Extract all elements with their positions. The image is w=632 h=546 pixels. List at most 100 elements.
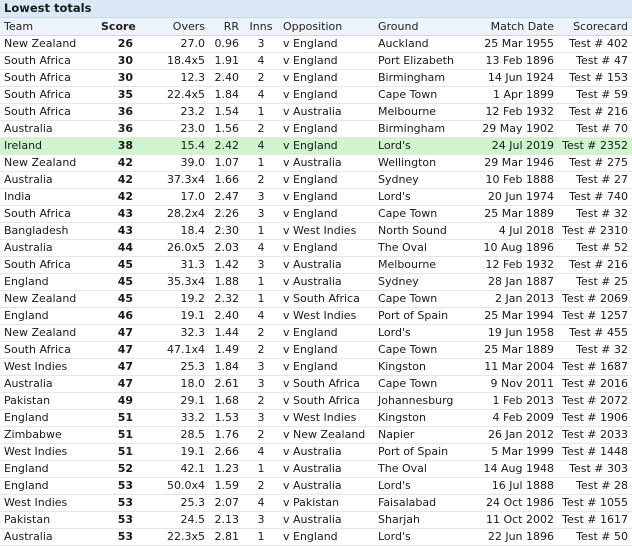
cell-scorecard[interactable]: Test # 32 xyxy=(558,341,632,359)
cell-ground[interactable]: Cape Town xyxy=(374,205,478,223)
header-ground[interactable]: Ground xyxy=(374,18,478,36)
cell-ground[interactable]: Port of Spain xyxy=(374,307,478,325)
cell-ground[interactable]: Napier xyxy=(374,426,478,444)
cell-ground[interactable]: The Oval xyxy=(374,239,478,257)
cell-opposition[interactable]: v South Africa xyxy=(279,290,374,308)
cell-scorecard[interactable]: Test # 153 xyxy=(558,69,632,87)
cell-opposition[interactable]: v Australia xyxy=(279,443,374,461)
cell-team[interactable]: Australia xyxy=(0,120,97,138)
cell-team[interactable]: Zimbabwe xyxy=(0,426,97,444)
cell-ground[interactable]: Sharjah xyxy=(374,511,478,529)
cell-opposition[interactable]: v England xyxy=(279,52,374,70)
cell-scorecard[interactable]: Test # 1617 xyxy=(558,511,632,529)
cell-opposition[interactable]: v West Indies xyxy=(279,307,374,325)
cell-opposition[interactable]: v England xyxy=(279,358,374,376)
cell-ground[interactable]: Port Elizabeth xyxy=(374,52,478,70)
cell-opposition[interactable]: v England xyxy=(279,35,374,53)
cell-ground[interactable]: Johannesburg xyxy=(374,392,478,410)
cell-scorecard[interactable]: Test # 402 xyxy=(558,35,632,53)
cell-scorecard[interactable]: Test # 47 xyxy=(558,52,632,70)
cell-scorecard[interactable]: Test # 1687 xyxy=(558,358,632,376)
cell-ground[interactable]: Lord's xyxy=(374,477,478,495)
cell-ground[interactable]: North Sound xyxy=(374,222,478,240)
cell-opposition[interactable]: v England xyxy=(279,528,374,546)
cell-ground[interactable]: The Oval xyxy=(374,460,478,478)
cell-scorecard[interactable]: Test # 2352 xyxy=(558,137,632,155)
cell-ground[interactable]: Cape Town xyxy=(374,375,478,393)
cell-ground[interactable]: Sydney xyxy=(374,273,478,291)
cell-scorecard[interactable]: Test # 1448 xyxy=(558,443,632,461)
cell-team[interactable]: West Indies xyxy=(0,358,97,376)
cell-team[interactable]: Australia xyxy=(0,171,97,189)
cell-team[interactable]: South Africa xyxy=(0,86,97,104)
cell-ground[interactable]: Faisalabad xyxy=(374,494,478,512)
cell-scorecard[interactable]: Test # 216 xyxy=(558,256,632,274)
cell-opposition[interactable]: v New Zealand xyxy=(279,426,374,444)
cell-ground[interactable]: Lord's xyxy=(374,188,478,206)
cell-team[interactable]: England xyxy=(0,273,97,291)
cell-team[interactable]: Australia xyxy=(0,375,97,393)
cell-opposition[interactable]: v Australia xyxy=(279,273,374,291)
cell-scorecard[interactable]: Test # 2310 xyxy=(558,222,632,240)
cell-opposition[interactable]: v England xyxy=(279,239,374,257)
cell-opposition[interactable]: v West Indies xyxy=(279,222,374,240)
header-rr[interactable]: RR xyxy=(209,18,243,36)
header-inns[interactable]: Inns xyxy=(243,18,279,36)
cell-ground[interactable]: Sydney xyxy=(374,171,478,189)
cell-team[interactable]: Australia xyxy=(0,239,97,257)
cell-scorecard[interactable]: Test # 2072 xyxy=(558,392,632,410)
cell-scorecard[interactable]: Test # 52 xyxy=(558,239,632,257)
cell-opposition[interactable]: v Australia xyxy=(279,477,374,495)
cell-scorecard[interactable]: Test # 27 xyxy=(558,171,632,189)
cell-ground[interactable]: Melbourne xyxy=(374,256,478,274)
cell-scorecard[interactable]: Test # 32 xyxy=(558,205,632,223)
cell-opposition[interactable]: v England xyxy=(279,324,374,342)
cell-opposition[interactable]: v Australia xyxy=(279,154,374,172)
cell-team[interactable]: Bangladesh xyxy=(0,222,97,240)
cell-opposition[interactable]: v England xyxy=(279,205,374,223)
cell-scorecard[interactable]: Test # 28 xyxy=(558,477,632,495)
cell-team[interactable]: West Indies xyxy=(0,494,97,512)
cell-scorecard[interactable]: Test # 303 xyxy=(558,460,632,478)
cell-team[interactable]: Pakistan xyxy=(0,392,97,410)
cell-ground[interactable]: Melbourne xyxy=(374,103,478,121)
cell-scorecard[interactable]: Test # 2033 xyxy=(558,426,632,444)
header-overs[interactable]: Overs xyxy=(137,18,209,36)
cell-ground[interactable]: Kingston xyxy=(374,358,478,376)
cell-team[interactable]: Ireland xyxy=(0,137,97,155)
cell-team[interactable]: New Zealand xyxy=(0,154,97,172)
cell-scorecard[interactable]: Test # 740 xyxy=(558,188,632,206)
header-opposition[interactable]: Opposition xyxy=(279,18,374,36)
cell-opposition[interactable]: v England xyxy=(279,171,374,189)
cell-ground[interactable]: Kingston xyxy=(374,409,478,427)
cell-opposition[interactable]: v England xyxy=(279,341,374,359)
cell-scorecard[interactable]: Test # 59 xyxy=(558,86,632,104)
cell-ground[interactable]: Port of Spain xyxy=(374,443,478,461)
cell-team[interactable]: England xyxy=(0,307,97,325)
header-score[interactable]: Score xyxy=(97,18,137,36)
cell-opposition[interactable]: v Australia xyxy=(279,511,374,529)
header-match-date[interactable]: Match Date xyxy=(478,18,558,36)
cell-team[interactable]: New Zealand xyxy=(0,35,97,53)
cell-opposition[interactable]: v England xyxy=(279,120,374,138)
cell-scorecard[interactable]: Test # 50 xyxy=(558,528,632,546)
cell-opposition[interactable]: v England xyxy=(279,69,374,87)
cell-team[interactable]: South Africa xyxy=(0,52,97,70)
cell-opposition[interactable]: v South Africa xyxy=(279,392,374,410)
cell-opposition[interactable]: v Australia xyxy=(279,256,374,274)
cell-opposition[interactable]: v Australia xyxy=(279,103,374,121)
cell-ground[interactable]: Wellington xyxy=(374,154,478,172)
cell-team[interactable]: Pakistan xyxy=(0,511,97,529)
cell-ground[interactable]: Birmingham xyxy=(374,69,478,87)
cell-ground[interactable]: Cape Town xyxy=(374,290,478,308)
cell-team[interactable]: England xyxy=(0,460,97,478)
cell-opposition[interactable]: v England xyxy=(279,188,374,206)
cell-ground[interactable]: Lord's xyxy=(374,137,478,155)
cell-scorecard[interactable]: Test # 2016 xyxy=(558,375,632,393)
cell-team[interactable]: South Africa xyxy=(0,256,97,274)
cell-team[interactable]: India xyxy=(0,188,97,206)
header-team[interactable]: Team xyxy=(0,18,97,36)
cell-scorecard[interactable]: Test # 275 xyxy=(558,154,632,172)
cell-team[interactable]: West Indies xyxy=(0,443,97,461)
cell-opposition[interactable]: v England xyxy=(279,86,374,104)
